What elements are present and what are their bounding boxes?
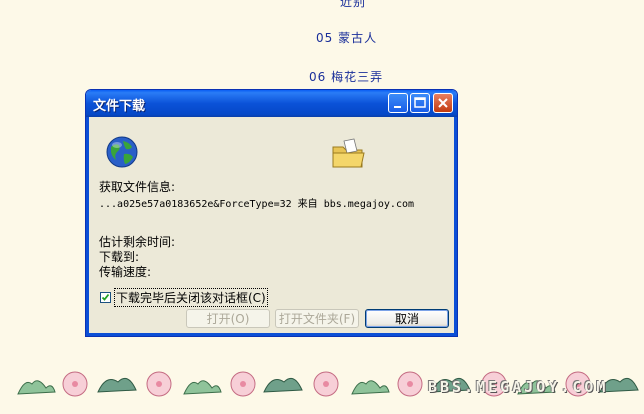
flower-icon: [62, 371, 88, 397]
music-list-item[interactable]: 05 蒙古人: [316, 29, 377, 46]
flower-icon: [313, 371, 339, 397]
close-when-done-checkbox[interactable]: [100, 292, 111, 303]
music-list-item[interactable]: 近别: [340, 0, 366, 10]
pine-branch-icon: [263, 377, 303, 393]
minimize-button[interactable]: [388, 93, 408, 113]
dialog-titlebar[interactable]: 文件下载: [86, 90, 457, 117]
transfer-rate-label: 传输速度:: [99, 265, 152, 279]
flower-icon: [146, 371, 172, 397]
close-when-done-option[interactable]: 下载完毕后关闭该对话框(C): [100, 288, 268, 307]
flower-icon: [230, 371, 256, 397]
open-button[interactable]: 打开(O): [186, 309, 270, 328]
music-list-item[interactable]: 06 梅花三弄: [309, 68, 383, 85]
minimize-icon: [394, 106, 401, 108]
close-when-done-label[interactable]: 下载完毕后关闭该对话框(C): [114, 288, 268, 307]
folder-icon: [332, 138, 365, 168]
pine-branch-icon: [17, 380, 56, 395]
cancel-button[interactable]: 取消: [365, 309, 449, 328]
checkmark-icon: [101, 293, 110, 301]
pine-branch-icon: [97, 377, 137, 393]
maximize-icon: [414, 97, 426, 108]
pine-branch-icon: [183, 380, 222, 395]
file-download-dialog: 文件下载 获取文件信息: ...a025e57a0183652e&ForceTy…: [85, 89, 458, 337]
close-icon: [438, 98, 448, 108]
dialog-body: 获取文件信息: ...a025e57a0183652e&ForceType=32…: [86, 117, 457, 336]
maximize-button[interactable]: [410, 93, 430, 113]
site-watermark: BBS.MEGAJOY.COM: [428, 378, 609, 396]
pine-branch-icon: [351, 380, 390, 395]
flower-icon: [397, 371, 423, 397]
open-folder-button[interactable]: 打开文件夹(F): [275, 309, 359, 328]
close-button[interactable]: [433, 93, 453, 113]
file-info-label: 获取文件信息:: [99, 180, 176, 194]
dialog-title: 文件下载: [93, 99, 146, 114]
download-source-text: ...a025e57a0183652e&ForceType=32 来自 bbs.…: [99, 199, 415, 210]
globe-icon: [106, 136, 138, 168]
